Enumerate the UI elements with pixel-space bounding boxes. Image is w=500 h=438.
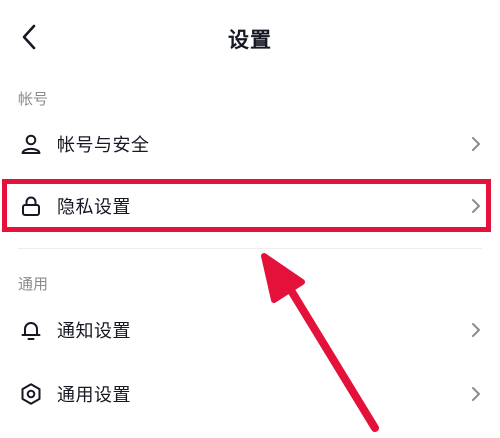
bell-icon bbox=[21, 322, 41, 340]
menu-item-label: 帐号与安全 bbox=[57, 135, 150, 156]
gear-icon bbox=[21, 383, 41, 405]
page-title: 设置 bbox=[228, 28, 272, 52]
chevron-left-icon bbox=[22, 24, 36, 50]
section-label-general: 通用 bbox=[18, 275, 49, 293]
menu-item-label: 隐私设置 bbox=[57, 197, 131, 218]
lock-icon bbox=[22, 196, 40, 216]
menu-item-general-settings[interactable]: 通用设置 bbox=[0, 364, 500, 424]
menu-item-account-security[interactable]: 帐号与安全 bbox=[0, 114, 500, 174]
menu-item-label: 通知设置 bbox=[57, 321, 131, 342]
back-button[interactable] bbox=[14, 22, 44, 52]
menu-item-privacy-settings[interactable]: 隐私设置 bbox=[0, 176, 500, 236]
chevron-right-icon bbox=[472, 199, 480, 213]
chevron-right-icon bbox=[472, 323, 480, 337]
chevron-right-icon bbox=[472, 137, 480, 151]
menu-item-label: 通用设置 bbox=[57, 385, 131, 406]
user-icon bbox=[21, 134, 41, 154]
section-label-account: 帐号 bbox=[18, 90, 49, 108]
chevron-right-icon bbox=[472, 387, 480, 401]
header-bar: 设置 bbox=[0, 0, 500, 76]
section-divider bbox=[18, 248, 482, 249]
menu-item-notification-settings[interactable]: 通知设置 bbox=[0, 300, 500, 360]
